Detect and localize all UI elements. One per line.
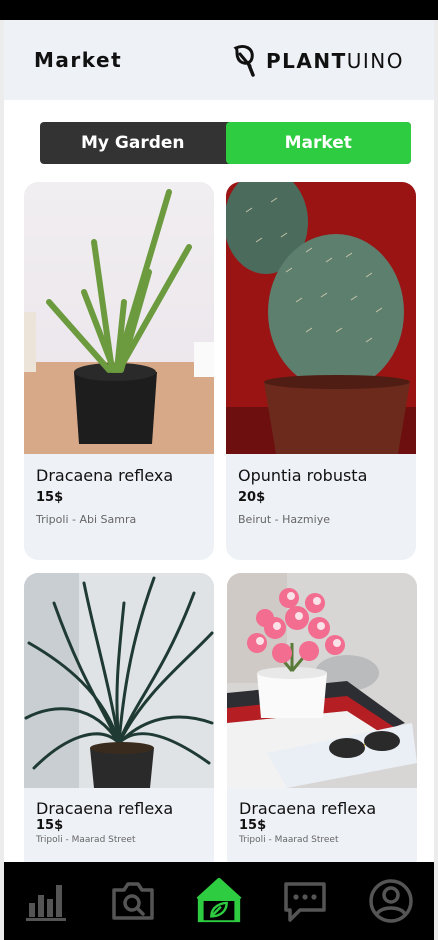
product-location: Tripoli - Maarad Street [239, 835, 339, 845]
user-profile-icon [369, 879, 413, 923]
product-location: Beirut - Hazmiye [238, 513, 330, 526]
nav-stats-button[interactable] [22, 876, 72, 926]
product-card[interactable]: Opuntia robusta 20$ Beirut - Hazmiye [226, 182, 416, 560]
page-title: Market [34, 48, 123, 72]
frame-right [434, 20, 438, 940]
product-location: Tripoli - Maarad Street [36, 835, 136, 845]
leaf-pin-icon [233, 44, 255, 77]
nav-scan-button[interactable] [108, 876, 158, 926]
tab-market[interactable]: Market [225, 122, 411, 164]
bar-chart-icon [26, 885, 66, 921]
brand-name-light: UINO [346, 49, 404, 73]
product-name: Dracaena reflexa [239, 799, 377, 818]
brand-logo: PLANT UINO [232, 44, 404, 78]
status-bar [0, 0, 438, 20]
dracaena-plant-image [24, 573, 214, 788]
product-price: 20$ [238, 490, 266, 505]
cactus-plant-image [226, 182, 416, 454]
app-header: Market PLANT UINO [4, 20, 434, 100]
brand-name-bold: PLANT [265, 49, 347, 73]
product-card[interactable]: Dracaena reflexa 15$ Tripoli - Abi Samra [24, 182, 214, 560]
frame-left [0, 20, 4, 940]
view-toggle: My Garden Market [40, 122, 411, 164]
product-card[interactable]: Dracaena reflexa 15$ Tripoli - Maarad St… [227, 573, 417, 873]
product-location: Tripoli - Abi Samra [36, 513, 137, 526]
product-price: 15$ [239, 818, 267, 833]
nav-home-button[interactable] [194, 876, 244, 926]
home-leaf-icon [196, 877, 242, 923]
chat-icon [284, 882, 326, 922]
product-name: Dracaena reflexa [36, 466, 174, 485]
bottom-nav [4, 862, 434, 940]
product-name: Opuntia robusta [238, 466, 368, 485]
tab-my-garden[interactable]: My Garden [40, 122, 226, 164]
product-price: 15$ [36, 490, 64, 505]
product-price: 15$ [36, 818, 64, 833]
pink-flower-plant-image [227, 573, 417, 788]
camera-search-icon [112, 882, 154, 920]
nav-profile-button[interactable] [366, 876, 416, 926]
product-name: Dracaena reflexa [36, 799, 174, 818]
nav-chat-button[interactable] [280, 876, 330, 926]
product-card[interactable]: Dracaena reflexa 15$ Tripoli - Maarad St… [24, 573, 214, 873]
aloe-plant-image [24, 182, 214, 454]
